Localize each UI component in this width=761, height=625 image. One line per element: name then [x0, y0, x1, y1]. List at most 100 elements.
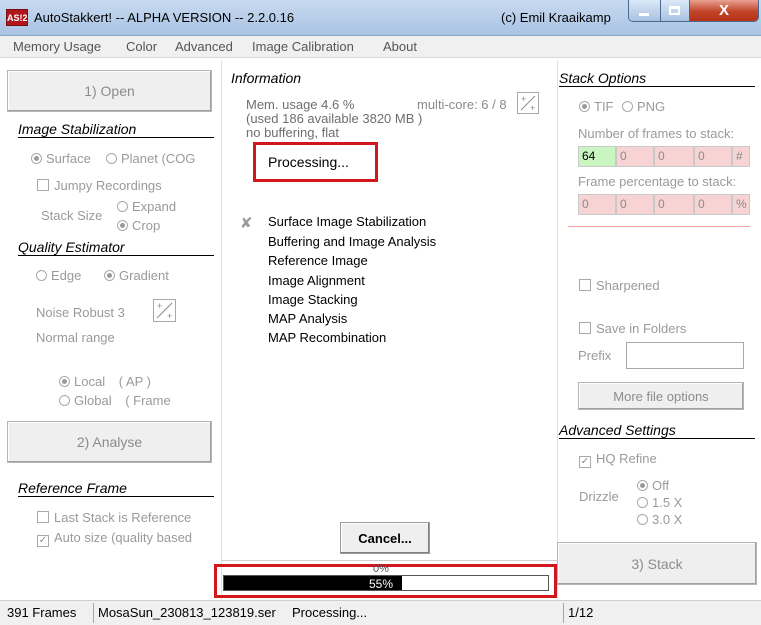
auto-size-checkbox[interactable]: ✓ Auto size (quality based [37, 530, 213, 547]
advanced-settings-title: Advanced Settings [559, 422, 755, 439]
radio-selected-icon [637, 480, 648, 491]
close-icon: X [719, 2, 730, 19]
step-surface-stabilization: Surface Image Stabilization [268, 214, 427, 229]
progress-bar: 55% [223, 575, 549, 591]
status-page: 1/12 [568, 605, 594, 620]
svg-text:+: + [530, 103, 535, 113]
menu-advanced[interactable]: Advanced [175, 39, 233, 54]
checkmark-icon: ✓ [37, 535, 49, 547]
step-buffering-analysis: Buffering and Image Analysis [268, 234, 437, 249]
left-panel-divider [221, 60, 222, 600]
status-file: MosaSun_230813_123819.ser [98, 605, 276, 620]
percentage-input-4[interactable]: 0 [694, 194, 732, 215]
frames-input-4[interactable]: 0 [694, 146, 732, 167]
checkbox-icon [37, 511, 49, 523]
radio-icon [637, 514, 648, 525]
step-done-check-icon: ✘ [240, 215, 253, 232]
menu-bar: Memory Usage Color Advanced Image Calibr… [0, 36, 761, 58]
surface-radio[interactable]: Surface [31, 151, 91, 166]
png-radio[interactable]: PNG [622, 99, 665, 114]
svg-text:+: + [167, 311, 172, 321]
hq-refine-checkbox[interactable]: ✓ HQ Refine [579, 451, 657, 468]
expand-radio[interactable]: Expand [117, 199, 176, 214]
last-stack-reference-checkbox[interactable]: Last Stack is Reference [37, 510, 213, 525]
processing-status: Processing... [268, 154, 349, 170]
percentage-input-2[interactable]: 0 [616, 194, 654, 215]
maximize-button[interactable] [660, 0, 691, 21]
frame-percentage-label: Frame percentage to stack: [578, 174, 737, 189]
percentage-input-1[interactable]: 0 [578, 194, 616, 215]
svg-text:+: + [157, 301, 162, 311]
normal-range-label: Normal range [36, 330, 115, 345]
noise-robust-stepper[interactable]: + + [153, 299, 176, 322]
radio-icon [106, 153, 117, 164]
frames-input-3[interactable]: 0 [654, 146, 694, 167]
step-image-stacking: Image Stacking [268, 292, 358, 307]
frames-input-1[interactable]: 64 [578, 146, 616, 167]
image-stabilization-title: Image Stabilization [18, 121, 214, 138]
radio-icon [622, 101, 633, 112]
window-controls: X [628, 0, 759, 22]
minimize-button[interactable] [629, 0, 661, 21]
copyright-text: (c) Emil Kraaikamp [501, 10, 611, 25]
radio-icon [59, 395, 70, 406]
quality-estimator-title: Quality Estimator [18, 239, 214, 256]
radio-selected-icon [117, 220, 128, 231]
frames-input-2[interactable]: 0 [616, 146, 654, 167]
step-map-recombination: MAP Recombination [268, 330, 387, 345]
drizzle-1-5x-radio[interactable]: 1.5 X [637, 495, 682, 510]
radio-icon [117, 201, 128, 212]
buffering-text: no buffering, flat [246, 125, 339, 140]
window-title: AutoStakkert! -- ALPHA VERSION -- 2.2.0.… [34, 10, 295, 25]
memory-used-available-text: (used 186 available 3820 MB ) [246, 111, 423, 126]
progress-percent: 55% [369, 577, 394, 591]
menu-image-calibration[interactable]: Image Calibration [252, 39, 354, 54]
center-bottom-divider [221, 560, 557, 561]
tif-radio[interactable]: TIF [579, 99, 614, 114]
memory-usage-text: Mem. usage 4.6 % [246, 97, 355, 112]
analyse-button[interactable]: 2) Analyse [7, 421, 212, 463]
maximize-icon [669, 6, 681, 15]
prefix-label: Prefix [578, 348, 612, 363]
radio-icon [36, 270, 47, 281]
multi-core-stepper[interactable]: + + [517, 92, 539, 114]
global-radio[interactable]: Global ( Frame [59, 393, 215, 408]
drizzle-3-0x-radio[interactable]: 3.0 X [637, 512, 682, 527]
local-radio[interactable]: Local ( AP ) [59, 374, 151, 389]
app-logo-icon: AS!2 [6, 9, 28, 26]
prefix-input[interactable] [626, 342, 744, 369]
jumpy-recordings-checkbox[interactable]: Jumpy Recordings [37, 178, 162, 193]
save-in-folders-checkbox[interactable]: Save in Folders [579, 321, 686, 336]
close-button[interactable]: X [690, 0, 758, 21]
cancel-button[interactable]: Cancel... [340, 522, 430, 554]
step-image-alignment: Image Alignment [268, 273, 365, 288]
radio-selected-icon [579, 101, 590, 112]
status-state: Processing... [292, 605, 368, 620]
menu-about[interactable]: About [383, 39, 417, 54]
menu-color[interactable]: Color [126, 39, 157, 54]
menu-memory-usage[interactable]: Memory Usage [13, 39, 101, 54]
step-map-analysis: MAP Analysis [268, 311, 348, 326]
stack-options-title: Stack Options [559, 70, 755, 87]
title-bar: AS!2 AutoStakkert! -- ALPHA VERSION -- 2… [0, 0, 761, 36]
crop-radio[interactable]: Crop [117, 218, 160, 233]
stack-options-divider [568, 226, 750, 227]
right-panel-divider [557, 60, 558, 600]
planet-radio[interactable]: Planet (COG [106, 151, 216, 166]
percentage-input-3[interactable]: 0 [654, 194, 694, 215]
progress-top-label: 0% [373, 563, 389, 575]
drizzle-off-radio[interactable]: Off [637, 478, 669, 493]
svg-text:+: + [521, 94, 526, 104]
radio-icon [637, 497, 648, 508]
gradient-radio[interactable]: Gradient [104, 268, 169, 283]
stack-button[interactable]: 3) Stack [557, 542, 757, 585]
checkbox-icon [579, 322, 591, 334]
status-bar: 391 Frames MosaSun_230813_123819.ser Pro… [0, 600, 761, 625]
drizzle-label: Drizzle [579, 489, 619, 504]
open-button[interactable]: 1) Open [7, 70, 212, 112]
edge-radio[interactable]: Edge [36, 268, 81, 283]
more-file-options-button[interactable]: More file options [578, 382, 744, 410]
minimize-icon [639, 12, 650, 16]
multi-core-text: multi-core: 6 / 8 [417, 97, 507, 112]
sharpened-checkbox[interactable]: Sharpened [579, 278, 660, 293]
